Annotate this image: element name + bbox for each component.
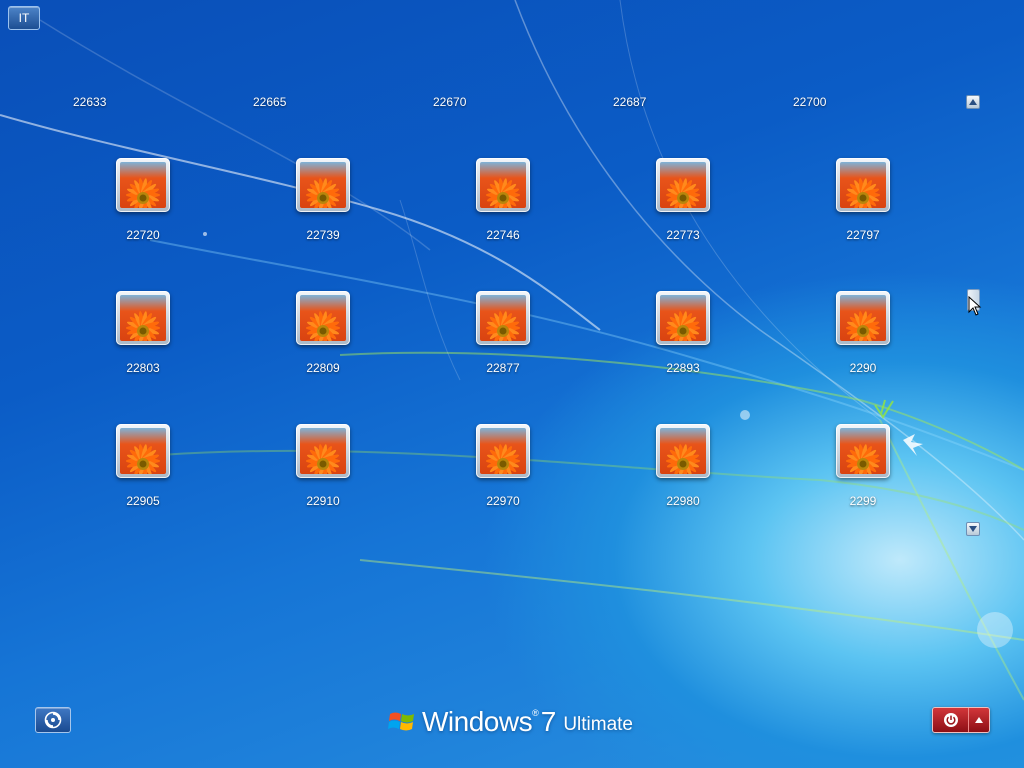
user-avatar[interactable] [836, 424, 890, 478]
windows-branding: Windows ® 7 Ultimate [388, 704, 633, 740]
flower-picture-icon [480, 428, 526, 474]
windows-logo-icon [388, 712, 414, 731]
user-name[interactable]: 22700 [793, 95, 933, 109]
user-avatar[interactable] [296, 158, 350, 212]
language-label: IT [18, 11, 30, 25]
flower-picture-icon [660, 428, 706, 474]
user-avatar[interactable] [476, 424, 530, 478]
scroll-down-button[interactable] [966, 522, 980, 536]
user-avatar[interactable] [476, 158, 530, 212]
ease-of-access-button[interactable] [35, 707, 71, 733]
input-language-button[interactable]: IT [8, 6, 40, 30]
user-name: 22746 [486, 228, 520, 242]
shutdown-button[interactable] [933, 708, 969, 732]
flower-picture-icon [300, 428, 346, 474]
mouse-cursor-icon [968, 296, 982, 316]
user-avatar[interactable] [836, 158, 890, 212]
user-name: 2299 [849, 494, 877, 508]
user-name: 22970 [486, 494, 520, 508]
flower-picture-icon [660, 295, 706, 341]
flower-picture-icon [840, 162, 886, 208]
user-name[interactable]: 22665 [253, 95, 393, 109]
scroll-up-button[interactable] [966, 95, 980, 109]
scroll-down-icon [969, 526, 977, 532]
user-name[interactable]: 22670 [433, 95, 573, 109]
user-avatar[interactable] [476, 291, 530, 345]
flower-picture-icon [300, 295, 346, 341]
user-name: 2290 [849, 361, 877, 375]
user-name: 22720 [126, 228, 160, 242]
user-name: 22797 [846, 228, 880, 242]
flower-picture-icon [120, 295, 166, 341]
shutdown-control [932, 707, 990, 733]
user-name: 22980 [666, 494, 700, 508]
user-name: 22877 [486, 361, 520, 375]
user-avatar[interactable] [836, 291, 890, 345]
flower-picture-icon [120, 162, 166, 208]
user-name: 22739 [306, 228, 340, 242]
chevron-up-icon [975, 717, 983, 723]
user-name: 22809 [306, 361, 340, 375]
brand-word: Windows [422, 706, 533, 737]
brand-edition: Ultimate [563, 714, 633, 735]
flower-picture-icon [480, 162, 526, 208]
shutdown-options-button[interactable] [969, 708, 989, 732]
user-avatar[interactable] [116, 291, 170, 345]
user-name: 22773 [666, 228, 700, 242]
power-icon [943, 713, 958, 727]
flower-picture-icon [840, 295, 886, 341]
scroll-up-icon [969, 99, 977, 105]
user-avatar[interactable] [656, 424, 710, 478]
user-name: 22910 [306, 494, 340, 508]
flower-picture-icon [120, 428, 166, 474]
wallpaper-art [0, 0, 1024, 701]
brand-version: 7 [540, 706, 557, 737]
flower-picture-icon [660, 162, 706, 208]
user-avatar[interactable] [116, 158, 170, 212]
brand-trademark: ® [532, 708, 539, 718]
user-name[interactable]: 22687 [613, 95, 753, 109]
user-name: 22905 [126, 494, 160, 508]
user-avatar[interactable] [656, 158, 710, 212]
flower-picture-icon [480, 295, 526, 341]
user-avatar[interactable] [116, 424, 170, 478]
user-name: 22803 [126, 361, 160, 375]
user-name[interactable]: 22633 [73, 95, 213, 109]
flower-picture-icon [840, 428, 886, 474]
ease-of-access-icon [44, 711, 62, 729]
user-avatar[interactable] [656, 291, 710, 345]
flower-picture-icon [300, 162, 346, 208]
user-name: 22893 [666, 361, 700, 375]
user-avatar[interactable] [296, 424, 350, 478]
user-avatar[interactable] [296, 291, 350, 345]
